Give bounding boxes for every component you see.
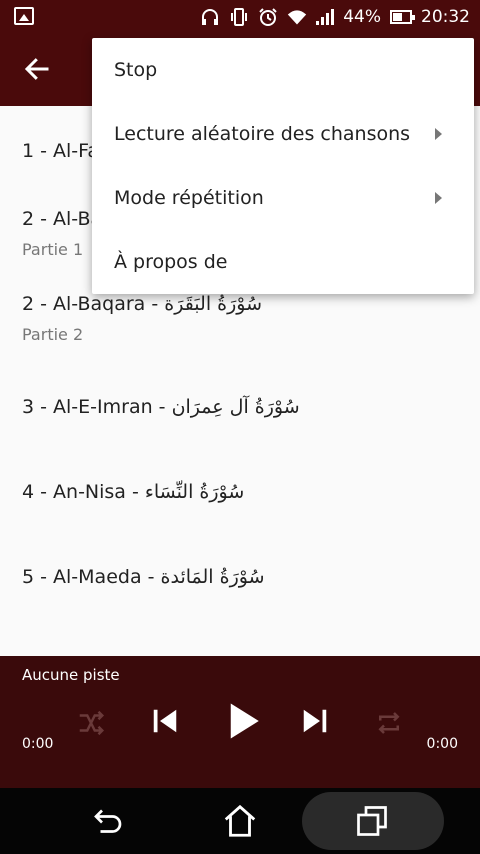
list-item[interactable]: 2 - Al-Ba Partie 1 — [22, 208, 102, 259]
recents-icon — [357, 806, 387, 836]
headphones-icon — [202, 9, 219, 25]
alarm-icon — [259, 8, 277, 26]
battery-icon — [390, 10, 415, 24]
clock: 20:32 — [421, 7, 470, 27]
menu-item-about[interactable]: À propos de — [114, 230, 454, 294]
menu-item-shuffle[interactable]: Lecture aléatoire des chansons — [114, 102, 454, 166]
previous-icon[interactable] — [150, 706, 180, 736]
list-item-title: 1 - Al-Fa — [22, 140, 99, 162]
back-icon — [94, 809, 122, 833]
repeat-icon[interactable] — [374, 708, 404, 738]
gallery-notification-icon — [14, 7, 34, 25]
menu-item-label: Mode répétition — [114, 187, 264, 209]
menu-item-stop[interactable]: Stop — [114, 38, 454, 102]
status-bar: 44% 20:32 — [0, 0, 480, 34]
media-player: Aucune piste 0:00 0:00 — [0, 656, 480, 788]
submenu-arrow-icon — [435, 128, 442, 140]
track-title: Aucune piste — [22, 666, 120, 684]
menu-item-label: Lecture aléatoire des chansons — [114, 123, 411, 145]
submenu-arrow-icon — [435, 192, 442, 204]
list-item-title: 3 - Al-E-Imran - سُوْرَةُ آل عِمرَان — [22, 396, 300, 418]
list-item[interactable]: 1 - Al-Fa — [22, 140, 99, 162]
shuffle-icon[interactable] — [76, 708, 106, 738]
play-icon[interactable] — [222, 700, 264, 742]
back-arrow-icon[interactable] — [22, 54, 52, 84]
vibrate-icon — [231, 8, 248, 26]
time-total: 0:00 — [426, 736, 458, 752]
system-nav-bar — [0, 788, 480, 854]
next-icon[interactable] — [300, 706, 330, 736]
list-item[interactable]: 2 - Al-Baqara - سُوْرَةُ البَقَرَة Parti… — [22, 293, 262, 344]
list-item[interactable]: 5 - Al-Maeda - سُوْرَةُ المَائدة — [22, 566, 265, 588]
signal-icon — [316, 9, 335, 25]
wifi-icon — [288, 10, 307, 25]
menu-item-label: À propos de — [114, 251, 228, 273]
list-item[interactable]: 4 - An-Nisa - سُوْرَةُ النِّسَاء — [22, 481, 244, 503]
time-elapsed: 0:00 — [22, 736, 54, 752]
menu-item-repeat[interactable]: Mode répétition — [114, 166, 454, 230]
list-item-title: 5 - Al-Maeda - سُوْرَةُ المَائدة — [22, 566, 265, 588]
list-item-title: 2 - Al-Baqara - سُوْرَةُ البَقَرَة — [22, 293, 263, 315]
menu-item-label: Stop — [114, 59, 158, 81]
home-icon — [224, 804, 256, 837]
list-item-title: 4 - An-Nisa - سُوْرَةُ النِّسَاء — [22, 481, 245, 503]
home-button[interactable] — [216, 788, 264, 854]
battery-percent: 44% — [343, 7, 381, 27]
recents-button[interactable] — [348, 788, 396, 854]
back-button[interactable] — [84, 788, 132, 854]
list-item-title: 2 - Al-Ba — [22, 208, 103, 230]
list-item[interactable]: 3 - Al-E-Imran - سُوْرَةُ آل عِمرَان — [22, 396, 300, 418]
status-icons: 44% 20:32 — [200, 0, 470, 34]
list-item-subtitle: Partie 1 — [22, 240, 84, 259]
overflow-menu: Stop Lecture aléatoire des chansons Mode… — [92, 38, 474, 294]
list-item-subtitle: Partie 2 — [22, 325, 84, 344]
